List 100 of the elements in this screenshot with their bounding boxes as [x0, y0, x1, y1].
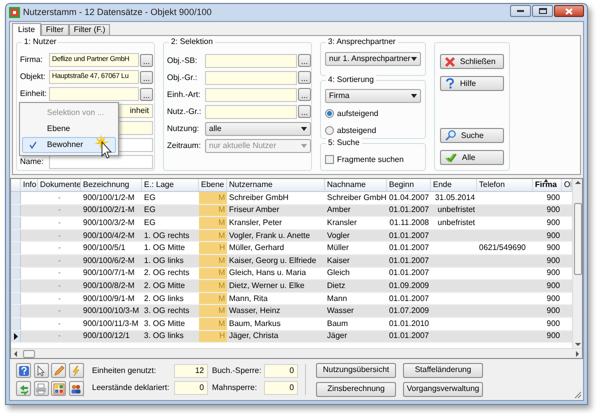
horizontal-scrollbar[interactable] — [11, 348, 582, 358]
tab[interactable]: Filter — [40, 24, 69, 35]
table-cell-text: 1. OG rechts — [143, 230, 190, 242]
action-button[interactable]: Staffeländerung — [403, 362, 483, 378]
tab[interactable]: Filter (F.) — [68, 24, 110, 35]
scroll-right-icon[interactable] — [574, 350, 580, 356]
input-field[interactable] — [205, 104, 297, 118]
table-cell-text: 900/100/5/1 — [82, 242, 126, 254]
lookup-button[interactable]: ... — [298, 71, 311, 84]
action-button[interactable]: Nutzungsübersicht — [316, 362, 396, 378]
radio-label: absteigend — [337, 124, 376, 136]
radio-label: aufsteigend — [337, 108, 378, 120]
lookup-button[interactable]: ... — [140, 70, 153, 84]
maximize-button[interactable] — [532, 5, 553, 17]
table-cell-text: 0621/549690 — [478, 242, 527, 254]
input-field[interactable] — [205, 88, 297, 102]
scroll-left-icon[interactable] — [13, 350, 19, 356]
arrows-icon[interactable] — [16, 381, 31, 396]
table-cell-text: unbefristet — [436, 204, 476, 216]
help-icon[interactable] — [16, 363, 31, 378]
input-field[interactable] — [205, 70, 297, 84]
lookup-button[interactable]: ... — [298, 105, 311, 118]
table-cell-text: 3. OG rechts — [143, 305, 190, 317]
table-cell-text: 01.01.2007 — [388, 330, 430, 342]
input-field[interactable] — [49, 87, 139, 102]
table-cell-text: 2. OG Mitte — [143, 280, 186, 292]
pointer-icon[interactable] — [34, 363, 48, 378]
vertical-scrollbar[interactable] — [572, 179, 582, 348]
stat-label: Leerstände deklariert: — [92, 382, 170, 394]
lookup-button[interactable]: ... — [140, 54, 153, 67]
scrollbar-thumb[interactable] — [574, 203, 582, 275]
checkbox[interactable] — [325, 155, 334, 164]
table-cell-text: 2. OG links — [143, 292, 185, 304]
lookup-button[interactable]: ... — [298, 88, 311, 101]
close-button[interactable]: Schließen — [440, 54, 504, 69]
stat-label: Einheiten genutzt: — [92, 365, 158, 377]
action-button[interactable]: Zinsberechnung — [316, 382, 396, 396]
column-header[interactable]: Beginn — [387, 179, 431, 191]
radio-button[interactable] — [325, 109, 334, 118]
table-cell-text: EG — [143, 192, 157, 204]
column-header[interactable]: Nutzername — [227, 179, 325, 191]
all-button[interactable]: Alle — [440, 150, 504, 165]
input-field[interactable] — [205, 54, 297, 68]
lookup-button[interactable]: ... — [298, 54, 311, 67]
column-header[interactable]: Telefon — [477, 179, 533, 191]
pencil-icon[interactable] — [51, 363, 66, 378]
tab[interactable]: Liste — [12, 23, 41, 36]
maximize-icon — [538, 8, 546, 14]
table-cell-text: 900 — [546, 268, 561, 280]
table-cell-text: 900 — [546, 192, 561, 204]
radio-button[interactable] — [325, 126, 334, 135]
close-button[interactable] — [554, 5, 584, 17]
column-header[interactable]: Firma — [533, 179, 562, 191]
dropdown[interactable]: Firma — [325, 89, 421, 103]
table-cell-text: 1. OG links — [143, 254, 185, 267]
column-header[interactable]: Info — [21, 179, 38, 191]
scrollbar-thumb[interactable] — [23, 350, 35, 358]
dropdown[interactable]: nur 1. Ansprechpartner — [325, 52, 421, 66]
people-icon[interactable] — [68, 381, 84, 396]
column-header[interactable]: Ebene — [199, 179, 227, 191]
minimize-button[interactable] — [510, 5, 531, 17]
printer-icon[interactable] — [34, 381, 48, 396]
field-label: Nutz.-Gr.: — [167, 106, 202, 118]
table-cell-text: 01.01.2007 — [388, 230, 430, 242]
table-cell-text: Vogler, Frank u. Anette — [228, 230, 311, 242]
table-cell-text: Dietz, Werner u. Elke — [228, 280, 306, 292]
action-button[interactable]: Vorgangsverwaltung — [403, 382, 483, 396]
dropdown[interactable]: alle — [205, 122, 311, 136]
checkbox-label: Fragmente suchen — [337, 154, 404, 166]
table-cell-text: 900/100/1/2-M — [82, 192, 136, 204]
column-header[interactable]: Bezeichnung — [81, 179, 142, 191]
stat-label: Buch.-Sperre: — [212, 365, 260, 377]
caret-icon — [301, 126, 307, 130]
lookup-button[interactable]: ... — [140, 88, 153, 101]
table-cell-text: - — [57, 318, 62, 330]
table-cell-text: 900/100/12/1 — [82, 330, 131, 342]
scroll-down-icon[interactable] — [574, 340, 580, 348]
stat-label: Mahnsperre: — [212, 382, 258, 394]
menu-item[interactable]: Ebene — [22, 121, 116, 137]
column-header[interactable]: Nachname — [325, 179, 387, 191]
table-cell: M — [199, 192, 227, 204]
table-cell-text: Müller, Gerhard — [228, 242, 286, 254]
input-field[interactable] — [49, 154, 153, 169]
help-button[interactable]: Hilfe — [440, 76, 504, 91]
table-cell-text: - — [57, 330, 62, 342]
table-cell-text: 900/100/11/3-M — [82, 318, 140, 330]
table-cell-text: 01.01.2007 — [388, 204, 430, 216]
stat-field: 0 — [264, 364, 298, 378]
scroll-up-icon[interactable] — [574, 179, 580, 187]
column-header[interactable]: Ende — [431, 179, 477, 191]
table-cell-text: Dietz — [326, 280, 346, 292]
table-cell-text: 01.09.2009 — [388, 280, 430, 292]
menu-item[interactable]: Bewohner — [22, 137, 116, 153]
resize-grip-icon[interactable] — [574, 391, 582, 399]
row-header[interactable] — [11, 330, 21, 342]
table-cell-text: Mann — [326, 292, 348, 304]
grid-icon[interactable] — [51, 381, 66, 396]
column-header[interactable]: E.: Lage — [142, 179, 199, 191]
table-cell-text: 900/100/4/2-M — [82, 230, 136, 242]
search-button[interactable]: Suche — [440, 128, 504, 143]
